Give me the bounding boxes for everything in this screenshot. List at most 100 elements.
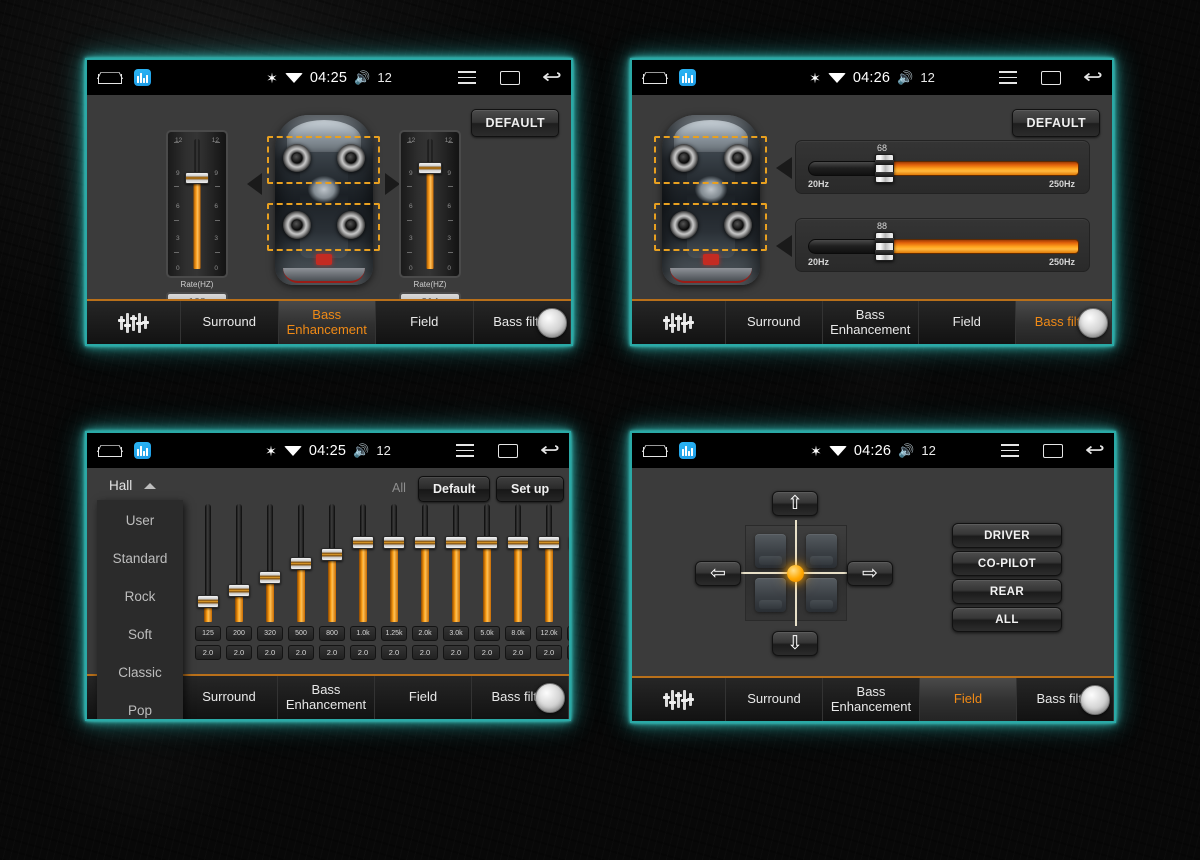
eq-band-track[interactable] — [536, 504, 562, 622]
preset-option[interactable]: Rock — [98, 577, 182, 615]
rate-slider-left-track[interactable]: 12 12 9 9 6 6 3 3 0 0 — [166, 130, 228, 278]
back-icon[interactable]: ↩ — [1085, 441, 1105, 460]
arrow-left-button[interactable]: ⇦ — [695, 561, 741, 586]
preset-option[interactable]: Pop — [98, 691, 182, 719]
eq-band-track[interactable] — [412, 504, 438, 622]
eq-band-track[interactable] — [288, 504, 314, 622]
eq-band-gain[interactable]: 2.0 — [474, 645, 500, 660]
eq-band-knob[interactable] — [476, 536, 498, 549]
eq-band-track[interactable] — [226, 504, 252, 622]
back-icon[interactable]: ↩ — [540, 441, 560, 460]
arrow-down-button[interactable]: ⇩ — [772, 631, 818, 656]
tab-bass-enhancement[interactable]: Bass Enhancement — [278, 676, 375, 719]
eq-band-gain[interactable]: 2.0 — [288, 645, 314, 660]
eq-band-knob[interactable] — [538, 536, 560, 549]
eq-band-knob[interactable] — [445, 536, 467, 549]
recents-icon[interactable] — [498, 443, 519, 458]
eq-band-track[interactable] — [195, 504, 221, 622]
rate-knob-left[interactable] — [185, 172, 209, 184]
tab-bass-enhancement[interactable]: Bass Enhancement — [822, 301, 919, 344]
slider-fill-rear[interactable] — [884, 239, 1079, 254]
audio-app-icon[interactable] — [679, 442, 696, 459]
speaker-rear-right[interactable] — [724, 211, 752, 239]
eq-band-knob[interactable] — [383, 536, 405, 549]
menu-icon[interactable] — [458, 71, 477, 84]
eq-band-gain[interactable]: 2.0 — [381, 645, 407, 660]
preset-option[interactable]: Soft — [98, 615, 182, 653]
home-icon[interactable] — [98, 444, 122, 457]
tab-surround[interactable]: Surround — [181, 301, 279, 344]
tab-field[interactable]: Field — [376, 301, 474, 344]
preset-button-driver[interactable]: DRIVER — [952, 523, 1062, 548]
tab-surround[interactable]: Surround — [181, 676, 278, 719]
eq-band-track[interactable] — [319, 504, 345, 622]
eq-band-knob[interactable] — [569, 536, 571, 549]
rate-knob-right[interactable] — [418, 162, 442, 174]
menu-icon[interactable] — [456, 444, 475, 457]
eq-band-knob[interactable] — [228, 584, 250, 597]
eq-band-gain[interactable]: 2.0 — [319, 645, 345, 660]
preset-button-rear[interactable]: REAR — [952, 579, 1062, 604]
preset-button-all[interactable]: ALL — [952, 607, 1062, 632]
speaker-rear-left[interactable] — [670, 211, 698, 239]
eq-band-knob[interactable] — [290, 557, 312, 570]
speaker-front-right[interactable] — [724, 144, 752, 172]
volume-knob[interactable] — [535, 682, 565, 713]
speaker-front-right[interactable] — [337, 144, 365, 172]
speaker-front-left[interactable] — [283, 144, 311, 172]
eq-band-knob[interactable] — [414, 536, 436, 549]
recents-icon[interactable] — [1041, 70, 1062, 85]
rate-slider-right-track[interactable]: 12 12 9 9 6 6 3 3 0 0 — [399, 130, 461, 278]
volume-knob[interactable] — [1080, 684, 1110, 715]
home-icon[interactable] — [643, 71, 667, 84]
eq-band-knob[interactable] — [352, 536, 374, 549]
eq-band-track[interactable] — [350, 504, 376, 622]
slider-knob-front[interactable] — [875, 154, 894, 183]
default-button[interactable]: DEFAULT — [471, 109, 559, 137]
eq-band-track[interactable] — [505, 504, 531, 622]
setup-button[interactable]: Set up — [496, 476, 565, 502]
tab-field[interactable]: Field — [375, 676, 472, 719]
eq-band-track[interactable] — [381, 504, 407, 622]
tab-equalizer[interactable] — [87, 301, 181, 344]
eq-band-track[interactable] — [443, 504, 469, 622]
field-position-dot[interactable] — [787, 565, 804, 582]
default-button[interactable]: DEFAULT — [1012, 109, 1100, 137]
arrow-up-button[interactable]: ⇧ — [772, 491, 818, 516]
home-icon[interactable] — [643, 444, 667, 457]
back-icon[interactable]: ↩ — [1083, 68, 1103, 87]
tab-equalizer[interactable] — [632, 301, 726, 344]
eq-band-gain[interactable]: 2.0 — [226, 645, 252, 660]
tab-bass-enhancement[interactable]: Bass Enhancement — [278, 301, 376, 344]
tab-surround[interactable]: Surround — [726, 301, 823, 344]
eq-band-gain[interactable]: 2.0 — [350, 645, 376, 660]
tab-field[interactable]: Field — [920, 678, 1017, 721]
home-icon[interactable] — [98, 71, 122, 84]
preset-selector[interactable]: Hall — [109, 478, 157, 493]
speaker-front-left[interactable] — [670, 144, 698, 172]
recents-icon[interactable] — [1043, 443, 1064, 458]
preset-option[interactable]: Classic — [98, 653, 182, 691]
speaker-rear-right[interactable] — [337, 211, 365, 239]
eq-band-knob[interactable] — [259, 571, 281, 584]
back-icon[interactable]: ↩ — [542, 68, 562, 87]
eq-band-gain[interactable]: 2.0 — [257, 645, 283, 660]
preset-dropdown-list[interactable]: User Standard Rock Soft Classic Pop — [97, 500, 183, 719]
recents-icon[interactable] — [500, 70, 521, 85]
eq-band-gain[interactable]: 2.0 — [505, 645, 531, 660]
audio-app-icon[interactable] — [679, 69, 696, 86]
eq-band-gain[interactable]: 2.0 — [567, 645, 569, 660]
speaker-rear-left[interactable] — [283, 211, 311, 239]
tab-bass-enhancement[interactable]: Bass Enhancement — [823, 678, 920, 721]
slider-knob-rear[interactable] — [875, 232, 894, 261]
tab-surround[interactable]: Surround — [726, 678, 823, 721]
eq-band-track[interactable] — [474, 504, 500, 622]
audio-app-icon[interactable] — [134, 442, 151, 459]
volume-knob[interactable] — [1078, 307, 1108, 338]
preset-option[interactable]: Standard — [98, 539, 182, 577]
eq-band-track[interactable] — [257, 504, 283, 622]
audio-app-icon[interactable] — [134, 69, 151, 86]
menu-icon[interactable] — [999, 71, 1018, 84]
eq-band-knob[interactable] — [507, 536, 529, 549]
slider-fill-front[interactable] — [884, 161, 1079, 176]
